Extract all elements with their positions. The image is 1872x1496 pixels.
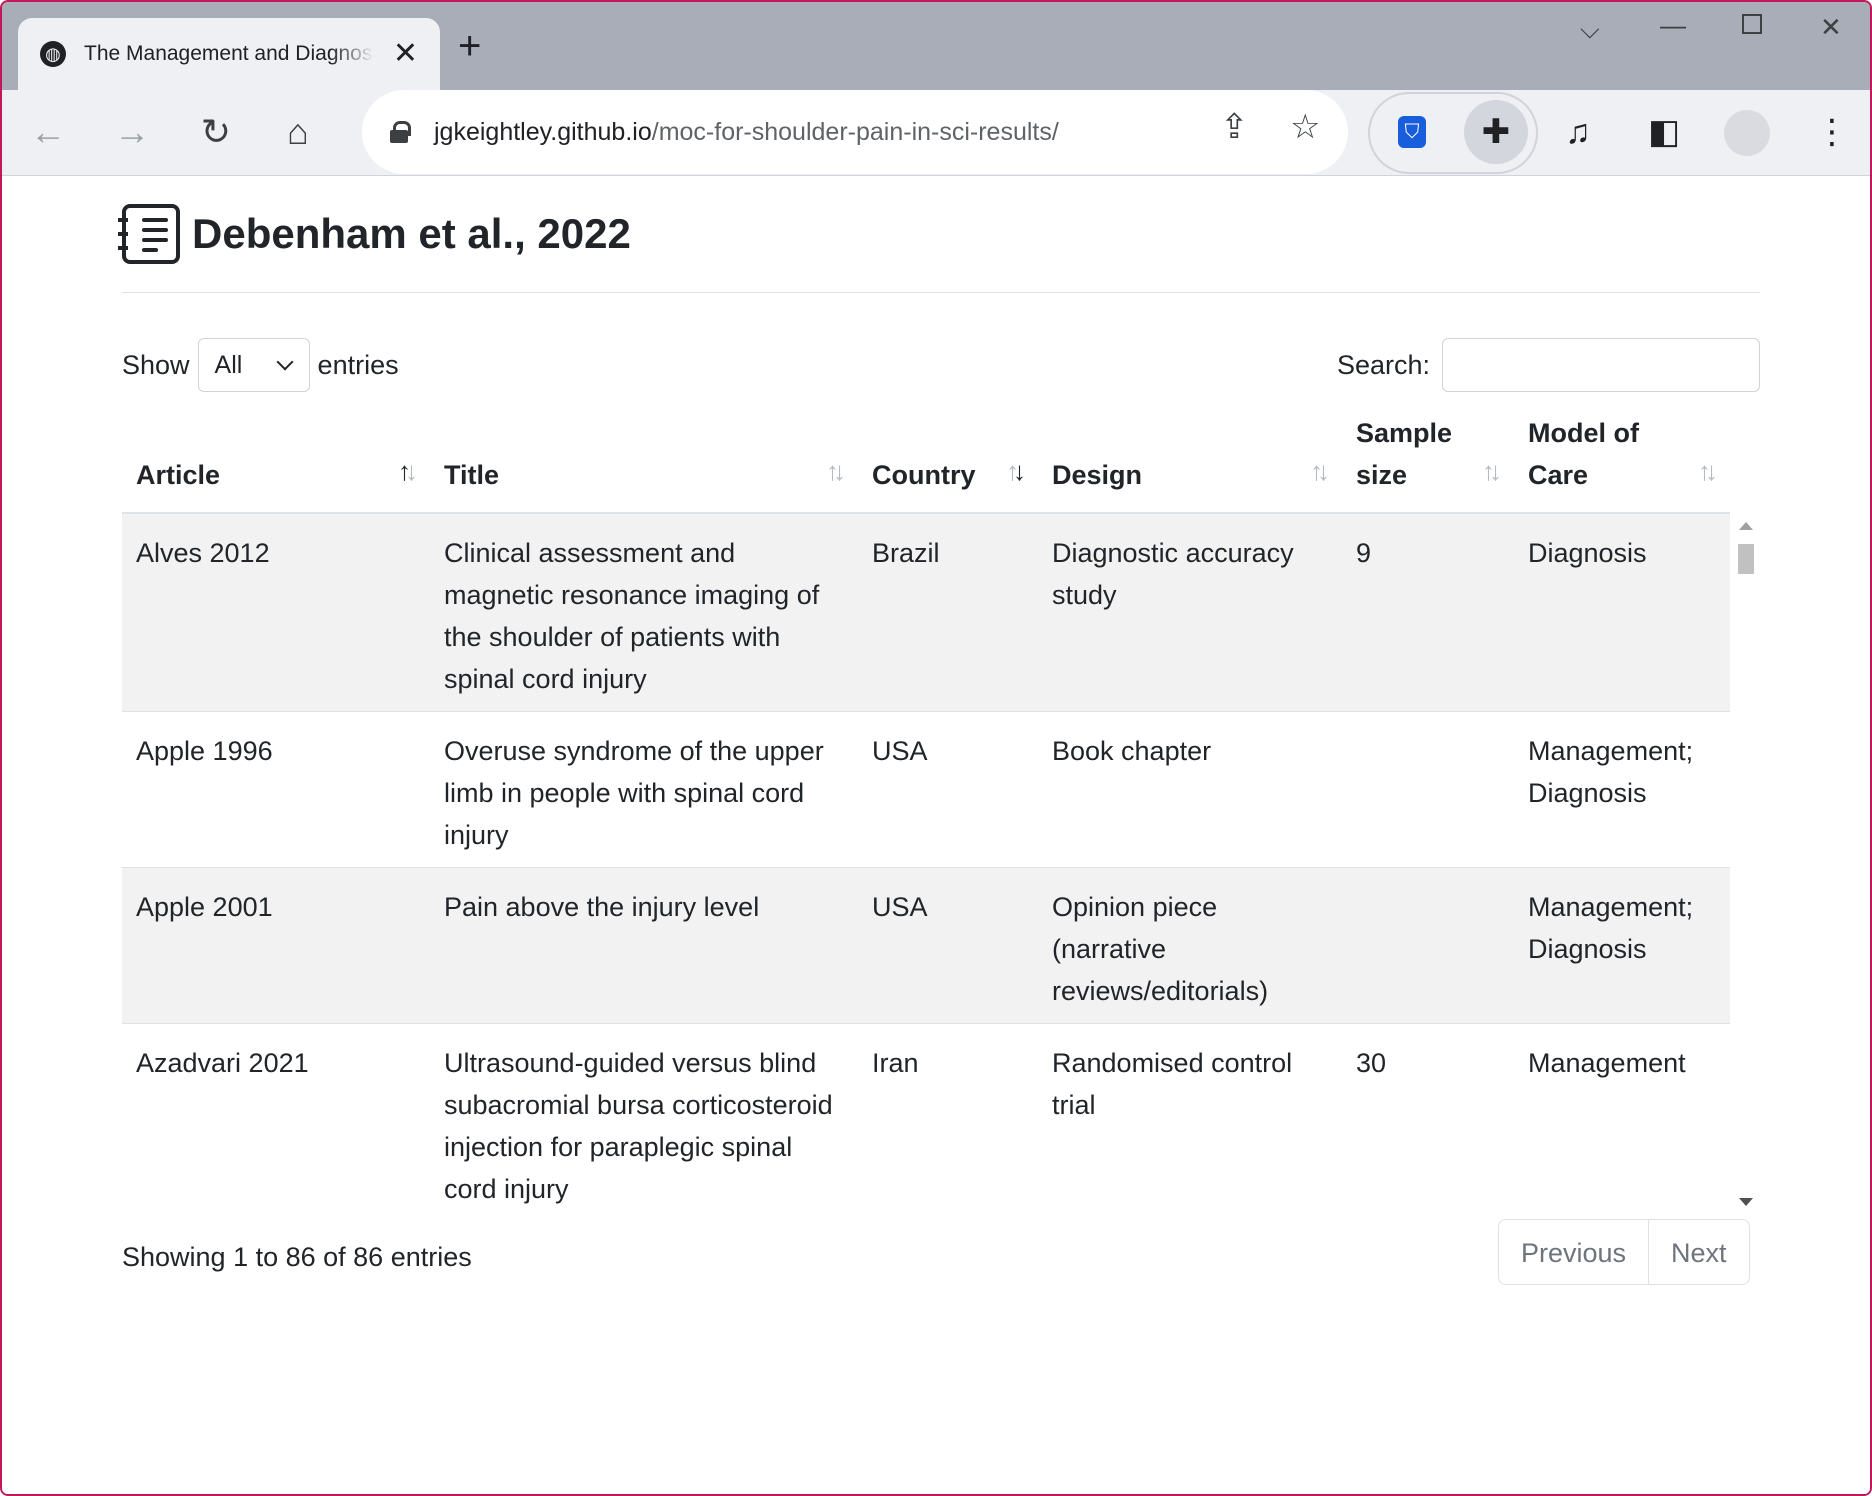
cell-country: USA (872, 736, 928, 766)
side-panel-icon[interactable]: ◧ (1640, 108, 1688, 156)
scroll-up-arrow-icon[interactable] (1739, 522, 1753, 530)
extensions-puzzle-icon[interactable]: ✚ (1464, 100, 1528, 164)
home-icon[interactable]: ⌂ (272, 106, 324, 158)
browser-toolbar: ← → ↻ ⌂ jgkeightley.github.io/moc-for-sh… (2, 90, 1870, 176)
table-row: Apple 1996 Overuse syndrome of the upper… (122, 712, 1730, 868)
column-header-model-of-care[interactable]: Model of Care ↑↓ (1514, 410, 1730, 514)
cell-sample-size: 30 (1356, 1048, 1387, 1078)
sort-icon: ↑↓ (1698, 456, 1718, 486)
entries-select-value: All (214, 350, 243, 379)
table-body: Alves 2012 Clinical assessment and magne… (122, 514, 1730, 1214)
menu-kebab-icon[interactable]: ⋮ (1808, 108, 1856, 156)
cell-title: Ultrasound-guided versus blind subacromi… (444, 1048, 833, 1204)
forward-icon[interactable]: → (106, 106, 158, 158)
bitwarden-icon[interactable]: ⛉ (1398, 116, 1426, 148)
previous-button[interactable]: Previous (1499, 1220, 1648, 1284)
search-label: Search: (1336, 349, 1430, 380)
tab-title: The Management and Diagnosis (84, 42, 374, 65)
sort-icon: ↑↓ (826, 456, 846, 486)
cell-article: Apple 1996 (136, 736, 273, 766)
browser-window: ◍ The Management and Diagnosis ✕ + ⌵ — ✕… (0, 0, 1872, 1496)
cell-country: Iran (872, 1048, 919, 1078)
cell-title: Clinical assessment and magnetic resonan… (444, 538, 820, 694)
table-info: Showing 1 to 86 of 86 entries (122, 1242, 472, 1272)
cell-country: USA (872, 892, 928, 922)
cell-article: Apple 2001 (136, 892, 273, 922)
cell-design: Book chapter (1052, 736, 1212, 766)
column-header-title[interactable]: Title ↑↓ (430, 410, 858, 514)
scroll-down-arrow-icon[interactable] (1739, 1198, 1753, 1206)
cell-design: Diagnostic accuracy study (1052, 538, 1294, 610)
cell-sample-size: 9 (1356, 538, 1372, 568)
chevron-down-icon (276, 353, 294, 371)
cell-model-of-care: Management (1528, 1048, 1686, 1078)
cell-design: Opinion piece (narrative reviews/editori… (1052, 892, 1269, 1006)
next-button[interactable]: Next (1648, 1220, 1749, 1284)
search-input[interactable] (1442, 338, 1760, 392)
url-host: jgkeightley.github.io (434, 117, 652, 146)
length-control: Show All entries (122, 338, 399, 392)
address-bar[interactable]: jgkeightley.github.io/moc-for-shoulder-p… (362, 90, 1348, 174)
reload-icon[interactable]: ↻ (190, 106, 242, 158)
page-title: Debenham et al., 2022 (192, 210, 631, 257)
table-header: Article ↑↓ Title ↑↓ Country ↑↓ Design ↑↓… (122, 410, 1730, 514)
cell-model-of-care: Diagnosis (1528, 538, 1647, 568)
cell-title: Overuse syndrome of the upper limb in pe… (444, 736, 824, 850)
search-control: Search: (1337, 338, 1760, 392)
new-tab-button[interactable]: + (458, 26, 481, 66)
column-label: Model of Care (1528, 418, 1639, 490)
profile-avatar[interactable] (1724, 110, 1770, 156)
cell-model-of-care: Management; Diagnosis (1528, 892, 1694, 964)
cell-title: Pain above the injury level (444, 892, 760, 922)
tab-strip: ◍ The Management and Diagnosis ✕ + ⌵ — ✕ (2, 2, 1870, 90)
column-header-design[interactable]: Design ↑↓ (1038, 410, 1342, 514)
column-header-sample-size[interactable]: Sample size ↑↓ (1342, 410, 1514, 514)
divider (122, 292, 1760, 293)
document-list-icon (118, 204, 180, 264)
column-header-country[interactable]: Country ↑↓ (858, 410, 1038, 514)
column-label: Country (872, 460, 976, 490)
sort-icon: ↑↓ (1482, 456, 1502, 486)
pagination: Previous Next (1498, 1219, 1750, 1285)
media-control-icon[interactable]: ♫ (1554, 108, 1602, 156)
cell-design: Randomised control trial (1052, 1048, 1293, 1120)
sort-desc-icon: ↑↓ (1006, 456, 1026, 486)
close-window-icon[interactable]: ✕ (1820, 14, 1842, 40)
column-label: Title (444, 460, 500, 490)
maximize-icon[interactable] (1742, 14, 1762, 34)
url-path: /moc-for-shoulder-pain-in-sci-results/ (651, 117, 1059, 146)
lock-icon[interactable] (390, 121, 411, 143)
entries-select[interactable]: All (197, 338, 310, 392)
table-row: Alves 2012 Clinical assessment and magne… (122, 514, 1730, 712)
cell-model-of-care: Management; Diagnosis (1528, 736, 1694, 808)
share-icon[interactable]: ⇪ (1220, 110, 1249, 144)
globe-icon: ◍ (40, 41, 66, 67)
table-row: Apple 2001 Pain above the injury level U… (122, 868, 1730, 1024)
bookmark-star-icon[interactable]: ☆ (1290, 110, 1320, 144)
browser-tab[interactable]: ◍ The Management and Diagnosis ✕ (18, 18, 440, 90)
cell-country: Brazil (872, 538, 940, 568)
minimize-icon[interactable]: — (1660, 12, 1686, 38)
sort-asc-icon: ↑↓ (398, 456, 418, 486)
table-row: Azadvari 2021 Ultrasound-guided versus b… (122, 1024, 1730, 1214)
cell-article: Azadvari 2021 (136, 1048, 309, 1078)
sort-icon: ↑↓ (1310, 456, 1330, 486)
column-header-article[interactable]: Article ↑↓ (122, 410, 430, 514)
table-scrollbar[interactable] (1730, 514, 1760, 1214)
back-icon[interactable]: ← (22, 106, 74, 158)
table-controls: Show All entries Search: (122, 338, 1760, 392)
close-tab-icon[interactable]: ✕ (393, 39, 418, 69)
page-heading: Debenham et al., 2022 (118, 204, 631, 264)
show-label: Show (122, 349, 190, 380)
page-content: Debenham et al., 2022 Show All entries S… (2, 176, 1870, 1494)
cell-article: Alves 2012 (136, 538, 270, 568)
column-label: Design (1052, 460, 1143, 490)
column-label: Article (136, 460, 221, 490)
scrollbar-thumb[interactable] (1738, 544, 1754, 574)
tab-search-chevron-icon[interactable]: ⌵ (1580, 16, 1600, 42)
column-label: Sample size (1356, 418, 1453, 490)
results-table: Article ↑↓ Title ↑↓ Country ↑↓ Design ↑↓… (122, 410, 1760, 1214)
entries-label: entries (317, 349, 399, 380)
